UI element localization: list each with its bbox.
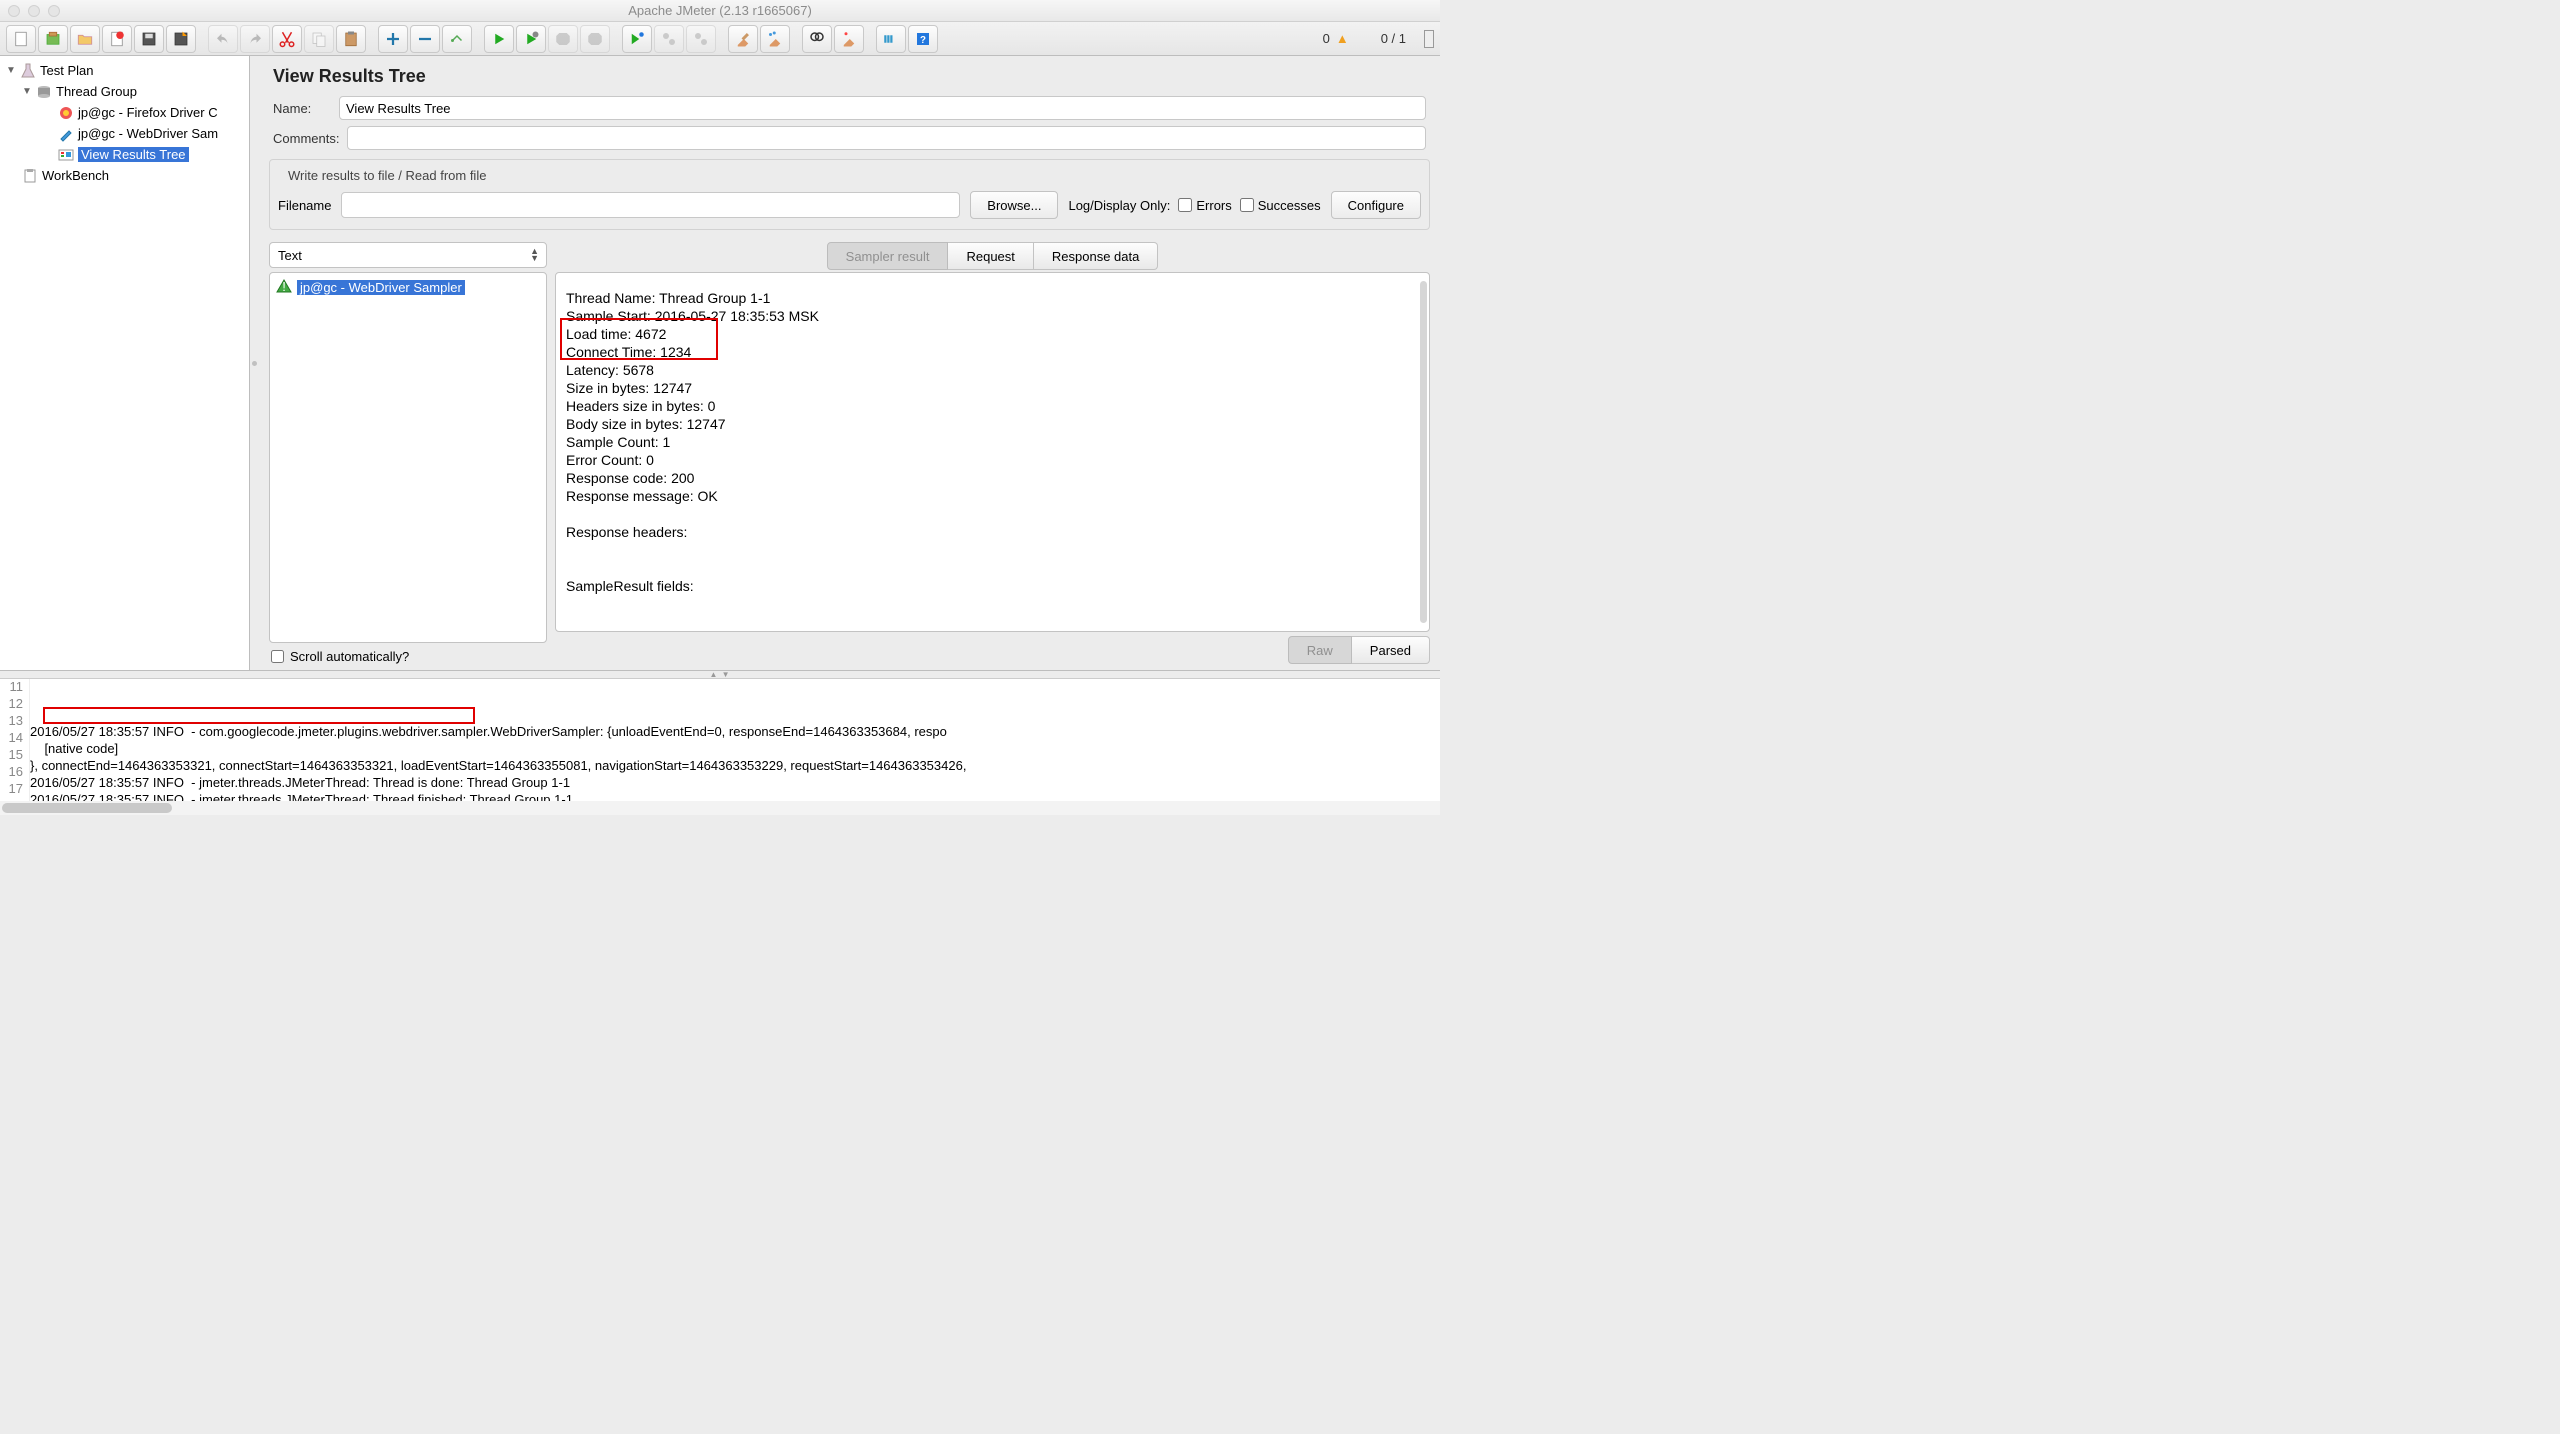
tab-sampler-result[interactable]: Sampler result — [827, 242, 949, 270]
tree-node-view-results-tree[interactable]: View Results Tree — [0, 144, 249, 165]
filename-label: Filename — [278, 198, 331, 213]
result-panel: Thread Name: Thread Group 1-1 Sample Sta… — [555, 272, 1430, 632]
scrollbar[interactable] — [1420, 281, 1427, 623]
stop-button[interactable] — [548, 25, 578, 53]
toggle-button[interactable] — [442, 25, 472, 53]
save-button[interactable] — [134, 25, 164, 53]
error-count: 0 — [1323, 31, 1330, 46]
tab-response-data[interactable]: Response data — [1034, 242, 1158, 270]
scroll-auto-label: Scroll automatically? — [290, 649, 409, 664]
pipette-icon — [58, 126, 74, 142]
clipboard-icon — [22, 168, 38, 184]
browse-button[interactable]: Browse... — [970, 191, 1058, 219]
highlight-box-log — [43, 707, 475, 724]
main-panel: View Results Tree Name: Comments: Write … — [259, 56, 1440, 670]
gear-icon — [58, 105, 74, 121]
splitter-handle[interactable] — [250, 56, 259, 670]
comments-label: Comments: — [273, 131, 339, 146]
log-content[interactable]: 2016/05/27 18:35:57 INFO - com.googlecod… — [30, 679, 1440, 801]
open-button[interactable] — [70, 25, 100, 53]
close-window-btn[interactable] — [8, 5, 20, 17]
test-tree: ▼ Test Plan ▼ Thread Group jp@gc - Firef… — [0, 56, 250, 670]
sample-list[interactable]: ! jp@gc - WebDriver Sampler — [269, 272, 547, 643]
search-button[interactable] — [802, 25, 832, 53]
result-text[interactable]: Thread Name: Thread Group 1-1 Sample Sta… — [566, 289, 1419, 595]
reset-search-button[interactable] — [834, 25, 864, 53]
svg-text:!: ! — [282, 279, 286, 294]
log-gutter: 1112131415161718 — [0, 679, 30, 801]
svg-text:?: ? — [920, 34, 926, 45]
remote-shutdown-button[interactable] — [686, 25, 716, 53]
horizontal-scrollbar[interactable] — [0, 801, 1440, 815]
help-button[interactable]: ? — [908, 25, 938, 53]
collapse-button[interactable] — [410, 25, 440, 53]
expand-button[interactable] — [378, 25, 408, 53]
fieldset-title: Write results to file / Read from file — [284, 168, 490, 183]
titlebar: Apache JMeter (2.13 r1665067) — [0, 0, 1440, 22]
tab-request[interactable]: Request — [948, 242, 1033, 270]
toolbar: ? 0 ▲ 0 / 1 — [0, 22, 1440, 56]
sample-list-item[interactable]: ! jp@gc - WebDriver Sampler — [274, 277, 542, 297]
paste-button[interactable] — [336, 25, 366, 53]
errors-checkbox[interactable] — [1178, 198, 1192, 212]
successes-checkbox[interactable] — [1240, 198, 1254, 212]
cut-button[interactable] — [272, 25, 302, 53]
remote-stop-button[interactable] — [654, 25, 684, 53]
remote-start-button[interactable] — [622, 25, 652, 53]
scroll-auto-checkbox[interactable] — [271, 650, 284, 663]
tree-node-webdriver-sampler[interactable]: jp@gc - WebDriver Sam — [0, 123, 249, 144]
tree-node-workbench[interactable]: WorkBench — [0, 165, 249, 186]
copy-button[interactable] — [304, 25, 334, 53]
clear-all-button[interactable] — [760, 25, 790, 53]
tab-parsed[interactable]: Parsed — [1352, 636, 1430, 664]
results-icon — [58, 147, 74, 163]
log-panel: ▲ ▼ 1112131415161718 2016/05/27 18:35:57… — [0, 670, 1440, 815]
expand-arrow-icon[interactable]: ▼ — [6, 65, 16, 76]
undo-button[interactable] — [208, 25, 238, 53]
clear-button[interactable] — [728, 25, 758, 53]
redo-button[interactable] — [240, 25, 270, 53]
close-button[interactable] — [102, 25, 132, 53]
thread-count: 0 / 1 — [1381, 31, 1406, 46]
start-no-timers-button[interactable] — [516, 25, 546, 53]
function-helper-button[interactable] — [876, 25, 906, 53]
log-only-label: Log/Display Only: — [1068, 198, 1170, 213]
tree-node-test-plan[interactable]: ▼ Test Plan — [0, 60, 249, 81]
chevron-updown-icon: ▲▼ — [530, 248, 538, 262]
tree-node-firefox-config[interactable]: jp@gc - Firefox Driver C — [0, 102, 249, 123]
name-label: Name: — [273, 101, 331, 116]
configure-button[interactable]: Configure — [1331, 191, 1421, 219]
log-divider[interactable]: ▲ ▼ — [0, 671, 1440, 679]
panel-title: View Results Tree — [259, 56, 1440, 93]
comments-input[interactable] — [347, 126, 1426, 150]
templates-button[interactable] — [38, 25, 68, 53]
new-button[interactable] — [6, 25, 36, 53]
expand-arrow-icon[interactable]: ▼ — [22, 86, 32, 97]
start-button[interactable] — [484, 25, 514, 53]
renderer-combo[interactable]: Text ▲▼ — [269, 242, 547, 268]
name-input[interactable] — [339, 96, 1426, 120]
zoom-window-btn[interactable] — [48, 5, 60, 17]
flask-icon — [20, 63, 36, 79]
success-icon: ! — [276, 279, 292, 295]
minimize-window-btn[interactable] — [28, 5, 40, 17]
file-fieldset: Write results to file / Read from file F… — [269, 159, 1430, 230]
save-as-button[interactable] — [166, 25, 196, 53]
warning-icon: ▲ — [1336, 31, 1349, 46]
window-title: Apache JMeter (2.13 r1665067) — [0, 3, 1440, 18]
shutdown-button[interactable] — [580, 25, 610, 53]
filename-input[interactable] — [341, 192, 960, 218]
spool-icon — [36, 84, 52, 100]
tab-raw[interactable]: Raw — [1288, 636, 1352, 664]
status-indicator — [1424, 30, 1434, 48]
tree-node-thread-group[interactable]: ▼ Thread Group — [0, 81, 249, 102]
